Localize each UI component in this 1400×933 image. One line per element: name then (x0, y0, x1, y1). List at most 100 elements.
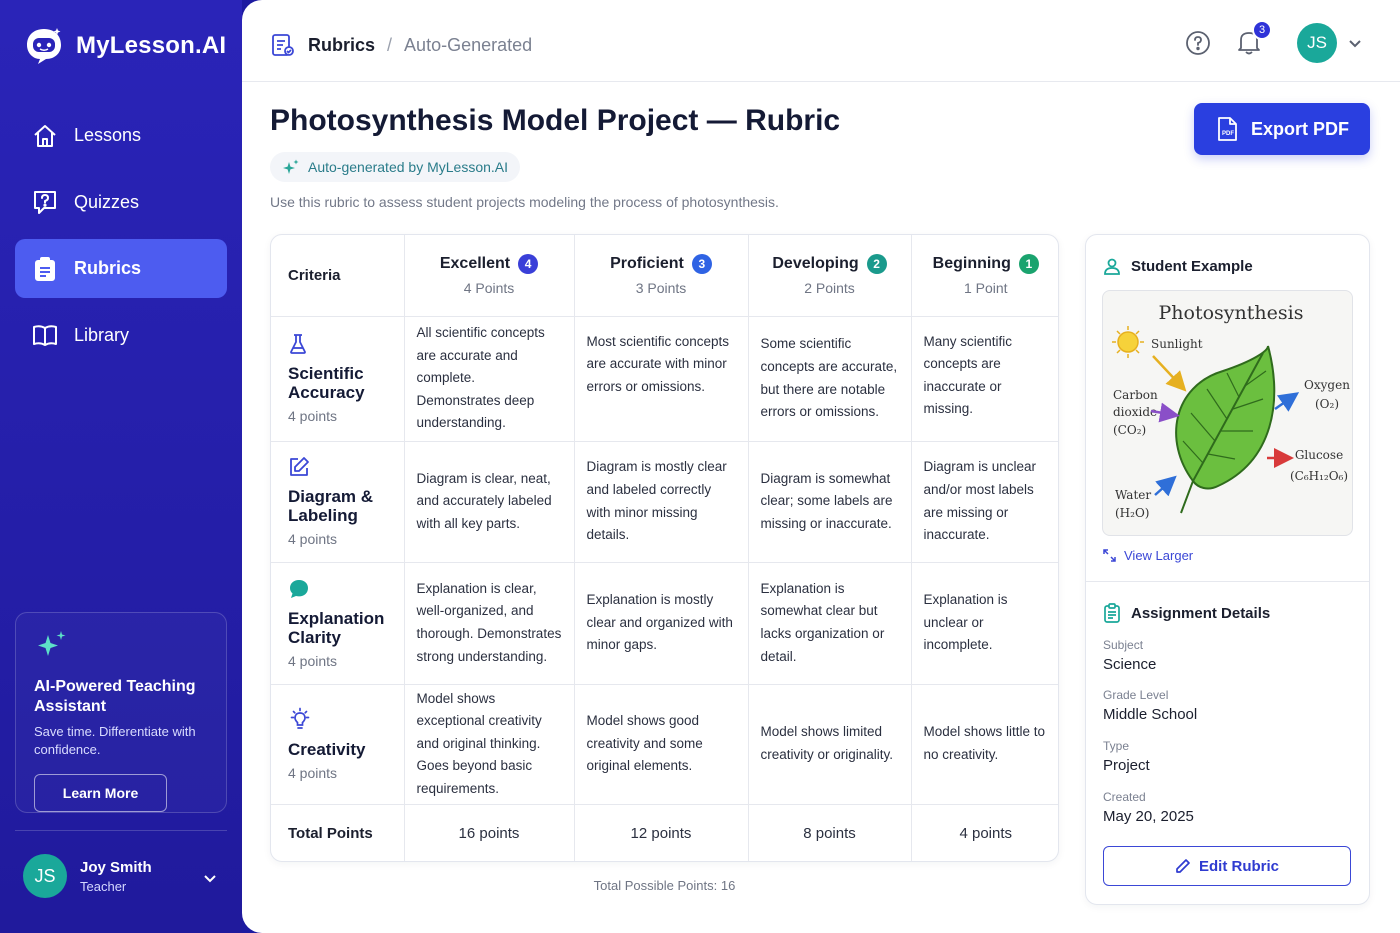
promo-title: AI-Powered Teaching Assistant (34, 678, 196, 715)
pencil-icon (1176, 859, 1190, 873)
drawing-title: Photosynthesis (1159, 302, 1304, 324)
carbon-label: dioxide (1113, 405, 1157, 419)
sparkle-icon (38, 631, 66, 656)
rubric-cell: Explanation is unclear or incomplete. (911, 562, 1058, 685)
help-icon[interactable] (1185, 30, 1211, 56)
export-pdf-button[interactable]: PDF Export PDF (1194, 103, 1370, 155)
criterion-cell: Scientific Accuracy 4 points (271, 316, 405, 442)
assignment-details-title: Assignment Details (1131, 604, 1271, 622)
clipboard-icon (1104, 603, 1120, 623)
criterion-cell: Explanation Clarity 4 points (271, 562, 405, 685)
level-header-beginning: Beginning 1 1 Point (911, 235, 1058, 317)
view-larger-link[interactable]: View Larger (1103, 548, 1193, 563)
oxygen-label: (O₂) (1315, 397, 1339, 411)
student-example-heading: Student Example (1103, 257, 1253, 275)
rubric-doc-icon (272, 34, 294, 56)
criterion-points: 4 points (288, 531, 338, 547)
rubric-cell: Most scientific concepts are accurate wi… (574, 316, 749, 442)
sidebar-item-lessons[interactable]: Lessons (15, 106, 227, 165)
total-value: 8 points (748, 804, 912, 861)
detail-grade-level: Grade Level Middle School (1103, 688, 1197, 723)
criterion-name: Scientific Accuracy (288, 364, 365, 402)
criteria-header: Criteria (271, 235, 405, 317)
rubric-cell: Some scientific concepts are accurate, b… (748, 316, 912, 442)
carbon-label: Carbon (1113, 388, 1158, 402)
level-number-badge: 4 (518, 254, 539, 275)
rubric-cell: Model shows limited creativity or origin… (748, 684, 912, 805)
rubric-header-row: Criteria Excellent 4 4 Points Proficient 3… (271, 235, 1058, 317)
criterion-points: 4 points (288, 652, 338, 669)
brand[interactable]: MyLesson.AI (24, 26, 226, 66)
sidebar: MyLesson.AI Lessons Quizzes Rubrics Libr… (0, 0, 242, 933)
sunlight-label: Sunlight (1151, 337, 1203, 351)
chevron-down-icon[interactable] (202, 870, 218, 886)
side-panel: Student Example Photosynthesis Sunlight … (1085, 234, 1370, 905)
rubric-cell: Diagram is somewhat clear; some labels a… (748, 441, 912, 563)
level-header-proficient: Proficient 3 3 Points (574, 235, 749, 317)
sidebar-item-rubrics[interactable]: Rubrics (15, 239, 227, 298)
level-number-badge: 2 (866, 254, 887, 275)
criterion-cell: Diagram & Labeling 4 points (271, 441, 405, 563)
sidebar-item-label: Quizzes (74, 191, 140, 212)
photosynthesis-drawing: Photosynthesis Sunlight Carbon dioxide (… (1112, 302, 1350, 520)
edit-rubric-label: Edit Rubric (1198, 857, 1279, 875)
oxygen-label: Oxygen (1304, 378, 1350, 392)
expand-icon (1103, 549, 1116, 562)
sun-icon (1112, 326, 1144, 358)
edit-rubric-button[interactable]: Edit Rubric (1103, 846, 1351, 886)
total-possible-points: Total Possible Points: 16 (593, 878, 736, 893)
level-points: 3 Points (635, 280, 687, 297)
top-bar: Rubrics / Auto-Generated 3 JS (242, 0, 1400, 82)
rubric-cell: Many scientific concepts are inaccurate … (911, 316, 1058, 442)
home-icon (34, 124, 56, 147)
sidebar-item-library[interactable]: Library (15, 306, 227, 365)
learn-more-button[interactable]: Learn More (34, 774, 167, 812)
student-example-title: Student Example (1131, 257, 1253, 275)
rubric-cell: Explanation is clear, well-organized, an… (404, 562, 575, 685)
criterion-points: 4 points (288, 765, 338, 781)
avatar[interactable]: JS (1297, 23, 1337, 63)
rubric-cell: Diagram is unclear and/or most labels ar… (911, 441, 1058, 563)
detail-type: Type Project (1103, 739, 1150, 774)
svg-text:PDF: PDF (1222, 131, 1234, 137)
level-header-excellent: Excellent 4 4 Points (404, 235, 575, 317)
criterion-name: Creativity (288, 740, 366, 759)
user-role: Teacher (80, 878, 127, 894)
level-name: Developing (772, 255, 859, 273)
criterion-name: Diagram & Labeling (288, 487, 374, 525)
leaf-icon (1175, 345, 1276, 514)
criterion-cell: Creativity 4 points (271, 684, 405, 805)
sparkle-icon (283, 159, 299, 174)
detail-value: Middle School (1103, 706, 1198, 723)
sidebar-item-label: Rubrics (74, 258, 142, 278)
user-menu[interactable]: JS Joy Smith Teacher (23, 854, 152, 898)
student-example-image[interactable]: Photosynthesis Sunlight Carbon dioxide (… (1102, 290, 1353, 536)
detail-created: Created May 20, 2025 (1103, 790, 1194, 825)
breadcrumb-current: Auto-Generated (404, 34, 533, 55)
sidebar-item-quizzes[interactable]: Quizzes (15, 173, 227, 232)
sidebar-divider (15, 830, 227, 831)
sidebar-item-label: Library (74, 324, 130, 345)
sidebar-nav: Lessons Quizzes Rubrics Library (15, 106, 227, 372)
promo-text: Save time. Differentiate with confidence… (34, 724, 196, 757)
view-larger-label: View Larger (1124, 548, 1194, 563)
export-label: Export PDF (1250, 118, 1349, 139)
detail-label: Created (1103, 790, 1146, 804)
rubric-cell: Diagram is clear, neat, and accurately l… (404, 441, 575, 563)
total-value: 16 points (404, 804, 575, 861)
level-number-badge: 1 (1018, 254, 1039, 275)
rubric-cell: Model shows good creativity and some ori… (574, 684, 749, 805)
rubric-table: Criteria Excellent 4 4 Points Proficient 3… (270, 234, 1059, 862)
level-points: 2 Points (804, 280, 855, 297)
breadcrumb-rubrics[interactable]: Rubrics (308, 35, 375, 56)
edit-icon (290, 457, 309, 476)
breadcrumb-separator: / (387, 34, 393, 55)
chevron-down-icon[interactable] (1348, 36, 1362, 50)
rubric-cell: Model shows exceptional creativity and o… (404, 684, 575, 805)
criterion-name: Explanation Clarity (288, 608, 385, 647)
level-name: Excellent (439, 255, 511, 273)
level-name: Beginning (932, 255, 1011, 273)
water-label: Water (1115, 488, 1151, 502)
level-number-badge: 3 (691, 254, 712, 275)
brand-name: MyLesson.AI (76, 32, 227, 59)
